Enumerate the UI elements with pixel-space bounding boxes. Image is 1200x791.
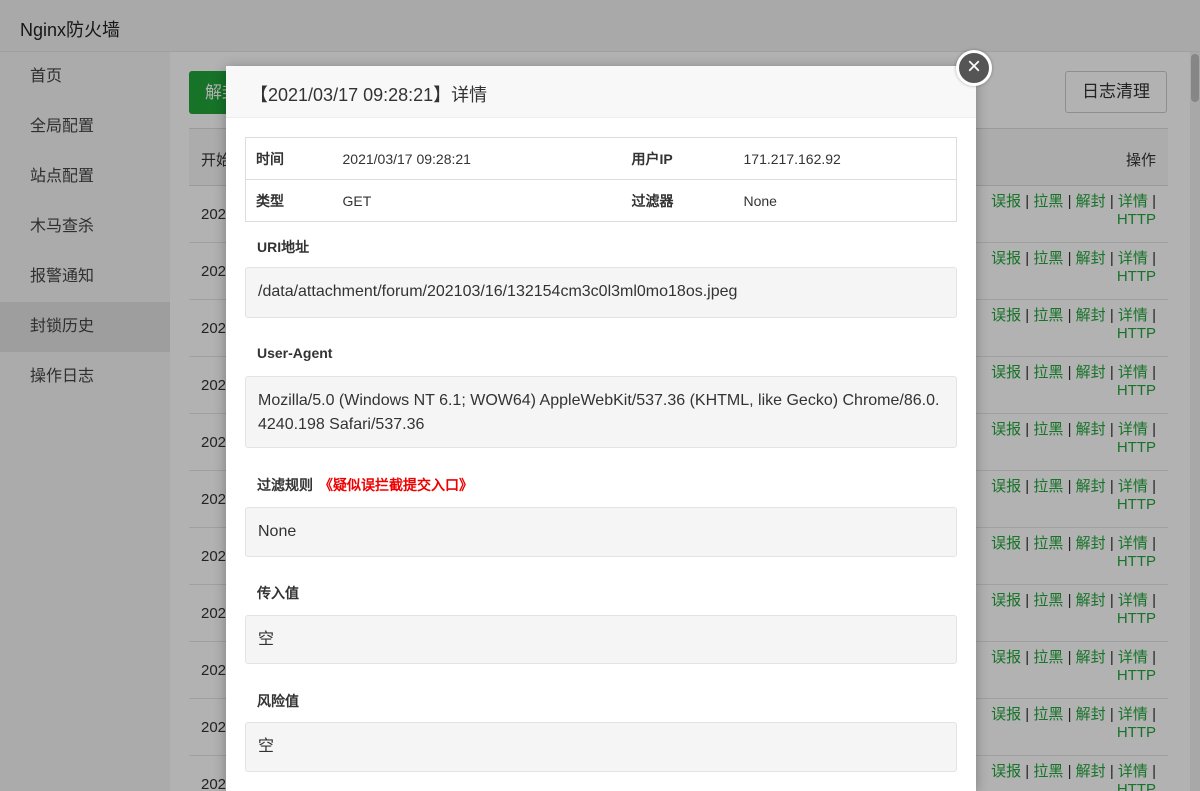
filter-label: 过滤器 — [621, 179, 734, 222]
input-value-label: 传入值 — [257, 585, 299, 601]
user-agent-label: User-Agent — [257, 345, 333, 361]
filter-rule-value: None — [245, 507, 957, 557]
filter-rule-label-text: 过滤规则 — [257, 477, 313, 493]
input-value: 空 — [245, 615, 957, 664]
filter-value: None — [733, 179, 957, 222]
modal-title: 【2021/03/17 09:28:21】详情 — [250, 85, 488, 105]
type-value: GET — [332, 179, 622, 222]
detail-info-table: 时间 2021/03/17 09:28:21 用户IP 171.217.162.… — [245, 137, 957, 222]
false-positive-report-link[interactable]: 《疑似误拦截提交入口》 — [319, 477, 473, 493]
filter-rule-label: 过滤规则 《疑似误拦截提交入口》 — [257, 475, 473, 495]
risk-value-label: 风险值 — [257, 693, 299, 709]
type-label: 类型 — [245, 179, 333, 222]
time-label: 时间 — [245, 137, 333, 180]
time-value: 2021/03/17 09:28:21 — [332, 137, 622, 180]
close-icon: × — [966, 53, 981, 80]
ip-label: 用户IP — [621, 137, 734, 180]
ip-value: 171.217.162.92 — [733, 137, 957, 180]
user-agent-value: Mozilla/5.0 (Windows NT 6.1; WOW64) Appl… — [245, 376, 957, 448]
modal-header: 【2021/03/17 09:28:21】详情 — [226, 66, 976, 118]
detail-modal: 【2021/03/17 09:28:21】详情 时间 2021/03/17 09… — [226, 66, 976, 791]
uri-label: URI地址 — [257, 239, 310, 255]
uri-value: /data/attachment/forum/202103/16/132154c… — [245, 267, 957, 318]
close-modal-button[interactable]: × — [956, 50, 992, 86]
risk-value: 空 — [245, 722, 957, 772]
